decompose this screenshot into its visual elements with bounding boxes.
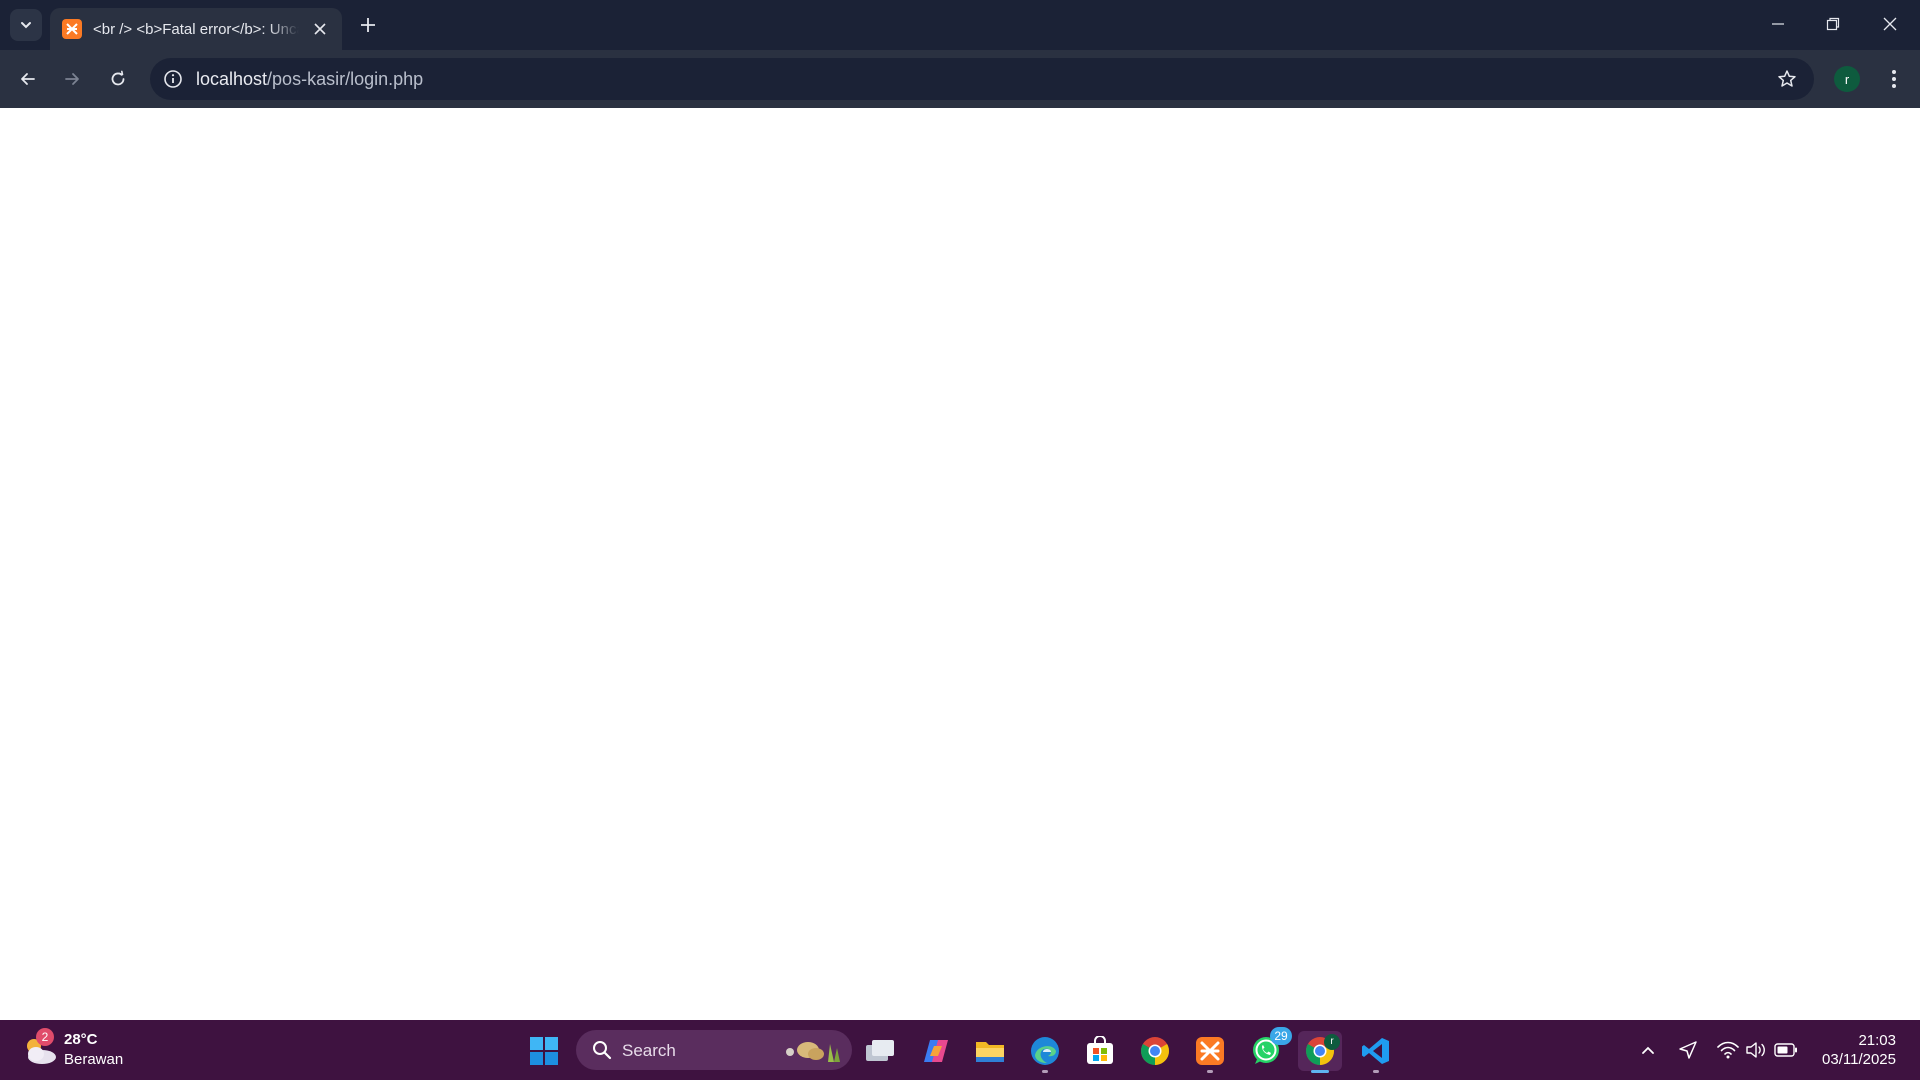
bookmark-button[interactable] [1776,68,1798,90]
tab-search-button[interactable] [10,9,42,41]
close-icon [314,23,326,35]
vscode-button[interactable] [1354,1031,1398,1073]
close-tab-button[interactable] [310,19,330,39]
notification-badge: 29 [1270,1027,1292,1045]
site-info-button[interactable] [162,68,184,90]
info-icon [164,70,182,88]
minimize-icon [1772,23,1784,25]
taskbar [0,1020,1920,1080]
running-indicator [1042,1070,1048,1073]
chevron-up-icon [1642,1046,1654,1054]
star-icon [1778,70,1796,87]
copilot-button[interactable] [914,1031,958,1071]
clock-date: 03/11/2025 [1822,1051,1896,1068]
clock-time: 21:03 [1858,1032,1896,1049]
location-arrow-icon [1679,1041,1697,1059]
weather-temp: 28°C [64,1031,98,1048]
plus-icon [361,18,375,32]
vscode-icon [1362,1038,1389,1064]
wifi-icon [1717,1041,1739,1059]
forward-button[interactable] [56,63,88,95]
search-label: Search [622,1041,676,1060]
task-view-icon [866,1040,894,1061]
windows-icon [530,1037,558,1065]
tab-strip: <br /> <b>Fatal error</b>: Uncaught [0,0,1920,50]
search-icon [593,1041,612,1060]
tab-title: <br /> <b>Fatal error</b>: Uncaught [93,20,299,38]
volume-button[interactable] [1742,1036,1770,1064]
battery-button[interactable] [1772,1036,1800,1064]
chrome-icon [1141,1037,1169,1065]
search-highlight-icon [786,1042,840,1062]
address-bar[interactable]: localhost/pos-kasir/login.php [150,58,1814,100]
profile-avatar[interactable]: r [1834,66,1860,92]
folder-icon [976,1042,1004,1062]
browser-menu-button[interactable] [1880,63,1908,95]
restore-icon [1826,17,1840,31]
restore-button[interactable] [1813,8,1853,40]
active-indicator [1311,1070,1329,1073]
file-explorer-button[interactable] [968,1031,1012,1071]
reload-button[interactable] [102,63,134,95]
chrome-profile-avatar: r [1324,1034,1340,1050]
more-vertical-icon [1892,70,1896,88]
page-content [0,108,1920,1020]
url-host: localhost [196,69,268,89]
weather-badge: 2 [36,1028,54,1046]
running-indicator [1373,1070,1379,1073]
xampp-icon [62,19,82,39]
chrome-button[interactable] [1133,1031,1177,1071]
weather-desc: Berawan [64,1051,124,1068]
battery-icon [1774,1043,1797,1057]
show-hidden-icons-button[interactable] [1634,1036,1662,1064]
chrome-profile-button[interactable]: r [1298,1031,1342,1073]
arrow-left-icon [21,73,35,85]
address-url[interactable]: localhost/pos-kasir/login.php [196,69,423,90]
back-button[interactable] [12,63,44,95]
copilot-icon [924,1040,948,1062]
chevron-down-icon [21,22,31,29]
new-tab-button[interactable] [354,11,382,39]
clock[interactable]: 21:03 03/11/2025 [1822,1031,1896,1069]
task-view-button[interactable] [858,1031,902,1071]
wifi-button[interactable] [1714,1036,1742,1064]
start-button[interactable] [522,1031,566,1071]
whatsapp-button[interactable]: 29 [1244,1027,1292,1071]
store-button[interactable] [1078,1031,1122,1071]
close-window-button[interactable] [1870,8,1910,40]
minimize-button[interactable] [1758,8,1798,40]
weather-widget[interactable]: 2 28°C Berawan [20,1028,140,1072]
close-icon [1883,17,1897,31]
url-path: /pos-kasir/login.php [267,69,424,89]
location-button[interactable] [1674,1036,1702,1064]
edge-icon [1031,1037,1059,1065]
running-indicator [1207,1070,1213,1073]
reload-icon [111,70,125,86]
xampp-button[interactable] [1188,1031,1232,1073]
xampp-icon [1196,1037,1224,1065]
browser-tab[interactable]: <br /> <b>Fatal error</b>: Uncaught [50,8,342,50]
edge-button[interactable] [1023,1031,1067,1073]
taskbar-search[interactable]: Search [576,1030,852,1070]
speaker-icon [1746,1042,1765,1058]
arrow-right-icon [65,73,79,85]
store-icon [1087,1036,1113,1064]
